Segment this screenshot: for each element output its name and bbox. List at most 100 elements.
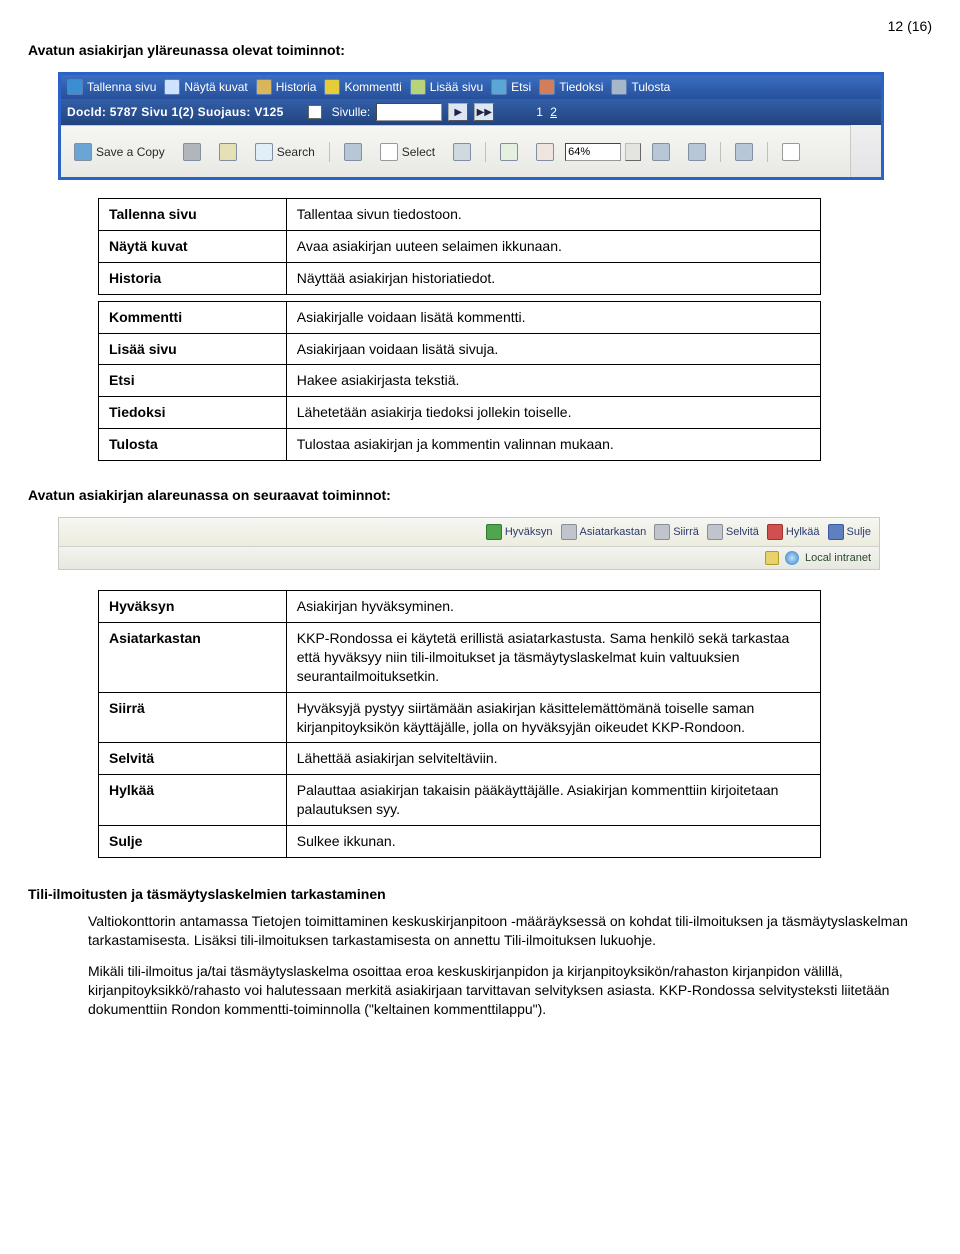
comment-icon (324, 79, 340, 95)
toolbar-right-edge (850, 125, 881, 177)
close-icon (828, 524, 844, 540)
nav-next-icon[interactable]: ▶ (448, 103, 468, 121)
disk-icon (74, 143, 92, 161)
bb-asiatarkastan[interactable]: Asiatarkastan (561, 524, 647, 540)
tb-label: Tiedoksi (559, 80, 603, 94)
pdf-print-button[interactable] (176, 140, 208, 164)
spellcheck-button[interactable] (775, 140, 807, 164)
table-row: SiirräHyväksyjä pystyy siirtämään asiaki… (99, 692, 821, 743)
fn-name: Lisää sivu (99, 333, 287, 365)
select-tool-button[interactable]: Select (373, 140, 442, 164)
fn-desc: Näyttää asiakirjan historiatiedot. (286, 262, 820, 294)
table-row: SelvitäLähettää asiakirjan selviteltävii… (99, 743, 821, 775)
tb-tiedoksi[interactable]: Tiedoksi (539, 79, 603, 95)
fn-desc: KKP-Rondossa ei käytetä erillistä asiata… (286, 623, 820, 693)
pdf-search-button[interactable]: Search (248, 140, 322, 164)
tb-nayta-kuvat[interactable]: Näytä kuvat (164, 79, 247, 95)
table-row: KommenttiAsiakirjalle voidaan lisätä kom… (99, 301, 821, 333)
zone-icon (785, 551, 799, 565)
magnifier-icon (255, 143, 273, 161)
tb-lisaa-sivu[interactable]: Lisää sivu (410, 79, 483, 95)
fn-desc: Hakee asiakirjasta tekstiä. (286, 365, 820, 397)
approval-toolbar: Hyväksyn Asiatarkastan Siirrä Selvitä Hy… (59, 518, 879, 546)
tb-label: Tulosta (631, 80, 670, 94)
fn-name: Etsi (99, 365, 287, 397)
search-icon (491, 79, 507, 95)
bottom-functions-table: HyväksynAsiakirjan hyväksyminen. Asiatar… (98, 590, 821, 858)
fn-name: Historia (99, 262, 287, 294)
bb-selvita[interactable]: Selvitä (707, 524, 759, 540)
fit-width-icon (688, 143, 706, 161)
tb-label: Historia (276, 80, 317, 94)
zoom-input[interactable] (565, 143, 621, 161)
tb-tallenna-sivu[interactable]: Tallenna sivu (67, 79, 156, 95)
tb-label: Tallenna sivu (87, 80, 156, 94)
notify-icon (539, 79, 555, 95)
hand-icon (344, 143, 362, 161)
table-row: TulostaTulostaa asiakirjan ja kommentin … (99, 429, 821, 461)
table-row: TiedoksiLähetetään asiakirja tiedoksi jo… (99, 397, 821, 429)
zoom-in-button[interactable] (493, 140, 525, 164)
hand-tool-button[interactable] (337, 140, 369, 164)
checkbox-sivulle[interactable] (308, 105, 322, 119)
status-bar: Local intranet (59, 546, 879, 569)
zoom-out-button[interactable] (529, 140, 561, 164)
bb-hyvaksyn[interactable]: Hyväksyn (486, 524, 553, 540)
heading-tili-ilmoitusten: Tili-ilmoitusten ja täsmäytyslaskelmien … (28, 886, 932, 902)
fit-page-icon (652, 143, 670, 161)
fn-name: Tulosta (99, 429, 287, 461)
fit-width-button[interactable] (681, 140, 713, 164)
bb-label: Hylkää (786, 526, 820, 538)
snapshot-icon (453, 143, 471, 161)
reject-icon (767, 524, 783, 540)
bb-sulje[interactable]: Sulje (828, 524, 871, 540)
table-row: Lisää sivuAsiakirjaan voidaan lisätä siv… (99, 333, 821, 365)
table-row: SuljeSulkee ikkunan. (99, 826, 821, 858)
fn-desc: Lähetetään asiakirja tiedoksi jollekin t… (286, 397, 820, 429)
fn-name: Hyväksyn (99, 591, 287, 623)
tb-historia[interactable]: Historia (256, 79, 317, 95)
review-icon (561, 524, 577, 540)
pdf-toolbar: Save a Copy Search Select (61, 125, 850, 177)
bb-label: Asiatarkastan (580, 526, 647, 538)
nav-last-icon[interactable]: ▶▶ (474, 103, 494, 121)
fn-name: Tiedoksi (99, 397, 287, 429)
separator (329, 142, 330, 162)
tb-kommentti[interactable]: Kommentti (324, 79, 401, 95)
tb-etsi[interactable]: Etsi (491, 79, 531, 95)
save-icon (67, 79, 83, 95)
rotate-icon (735, 143, 753, 161)
page-number: 12 (16) (28, 18, 932, 34)
lock-icon (765, 551, 779, 565)
bb-hylkaa[interactable]: Hylkää (767, 524, 820, 540)
zoom-dropdown-icon[interactable] (625, 143, 641, 161)
fn-desc: Asiakirjan hyväksyminen. (286, 591, 820, 623)
page-link-2[interactable]: 2 (550, 105, 557, 119)
history-icon (256, 79, 272, 95)
snapshot-tool-button[interactable] (446, 140, 478, 164)
pdf-email-button[interactable] (212, 140, 244, 164)
tb-tulosta[interactable]: Tulosta (611, 79, 670, 95)
paragraph-2: Mikäli tili-ilmoitus ja/tai täsmäytyslas… (88, 962, 932, 1019)
fit-page-button[interactable] (645, 140, 677, 164)
save-a-copy-button[interactable]: Save a Copy (67, 140, 172, 164)
save-copy-label: Save a Copy (96, 145, 165, 159)
tb-label: Etsi (511, 80, 531, 94)
search-label: Search (277, 145, 315, 159)
fn-name: Sulje (99, 826, 287, 858)
tb-label: Lisää sivu (430, 80, 483, 94)
table-row: HistoriaNäyttää asiakirjan historiatiedo… (99, 262, 821, 294)
rotate-button[interactable] (728, 140, 760, 164)
bb-siirra[interactable]: Siirrä (654, 524, 699, 540)
page-links: 1 2 (536, 105, 557, 119)
fn-name: Tallenna sivu (99, 199, 287, 231)
sivulle-label: Sivulle: (332, 105, 371, 119)
zoom-in-icon (500, 143, 518, 161)
table-row: AsiatarkastanKKP-Rondossa ei käytetä eri… (99, 623, 821, 693)
abc-icon (782, 143, 800, 161)
separator (485, 142, 486, 162)
sivulle-input[interactable] (376, 103, 442, 121)
zone-label: Local intranet (805, 552, 871, 564)
fn-desc: Tulostaa asiakirjan ja kommentin valinna… (286, 429, 820, 461)
printer-icon (183, 143, 201, 161)
